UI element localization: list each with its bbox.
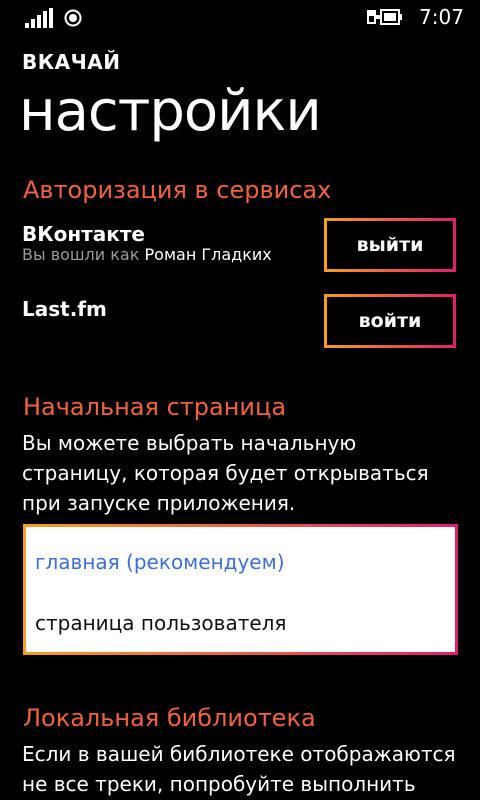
- clock: 7:07: [419, 5, 464, 29]
- vk-logout-button[interactable]: выйти: [324, 218, 456, 272]
- login-status-prefix: Вы вошли как: [22, 245, 140, 264]
- library-section-title: Локальная библиотека: [23, 704, 316, 732]
- wifi-icon: [64, 9, 82, 27]
- start-page-listbox[interactable]: главная (рекомендуем) страница пользоват…: [23, 524, 458, 655]
- start-page-description: Вы можете выбрать начальную страницу, ко…: [22, 431, 429, 515]
- start-page-section-title: Начальная страница: [23, 393, 287, 421]
- start-page-option-user[interactable]: страница пользователя: [35, 611, 286, 635]
- start-page-option-main[interactable]: главная (рекомендуем): [35, 550, 285, 574]
- status-bar: 7:07: [0, 0, 480, 36]
- auth-section-title: Авторизация в сервисах: [23, 176, 332, 204]
- vk-user-name: Роман Гладких: [144, 245, 272, 264]
- page-title: настройки: [19, 79, 322, 144]
- vk-service-name: ВКонтакте: [22, 222, 145, 246]
- settings-screen: 7:07 ВКАЧАЙ настройки Авторизация в серв…: [0, 0, 480, 800]
- battery-charging-icon: [367, 8, 403, 26]
- lastfm-service-name: Last.fm: [22, 297, 107, 321]
- app-title: ВКАЧАЙ: [22, 50, 121, 74]
- lastfm-login-button[interactable]: войти: [324, 294, 456, 348]
- signal-icon: [25, 8, 53, 28]
- library-description: Если в вашей библиотеке отображаются не …: [22, 742, 456, 796]
- vk-login-status: Вы вошли как Роман Гладких: [22, 245, 272, 264]
